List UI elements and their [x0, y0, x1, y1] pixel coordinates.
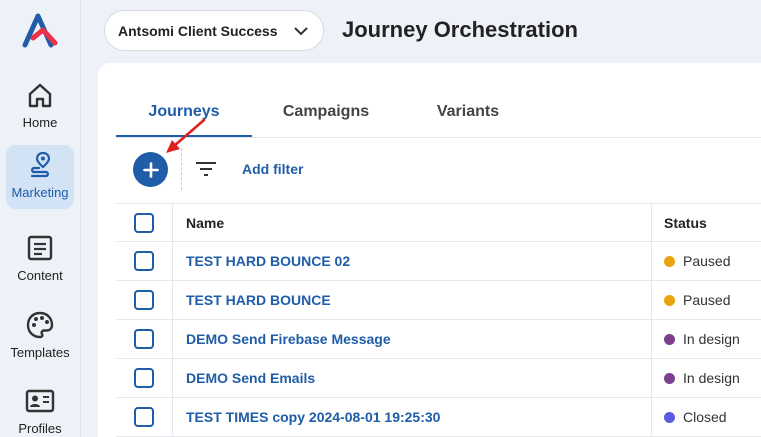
annotation-arrow-icon — [166, 118, 206, 153]
row-checkbox[interactable] — [134, 290, 154, 310]
sidebar-item-templates[interactable]: Templates — [6, 305, 74, 369]
table-row[interactable]: DEMO Send Emails In design — [116, 359, 761, 398]
table-body: TEST HARD BOUNCE 02 Paused TEST HARD BOUNC… — [116, 242, 761, 437]
row-check-cell — [116, 320, 173, 358]
column-header-status[interactable]: Status — [651, 204, 761, 241]
status-cell: Paused — [651, 242, 761, 280]
tab-label: Campaigns — [282, 103, 370, 120]
sidebar-item-marketing[interactable]: Marketing — [6, 145, 74, 209]
sidebar-item-label: Marketing — [11, 185, 69, 200]
status-cell: Paused — [651, 281, 761, 319]
account-name: Antsomi Client Success — [118, 22, 278, 39]
table-row[interactable]: DEMO Send Firebase Message In design — [116, 320, 761, 359]
status-label: Paused — [683, 292, 731, 308]
status-cell: Closed — [651, 398, 761, 436]
account-select[interactable]: Antsomi Client Success — [104, 10, 324, 51]
row-checkbox[interactable] — [134, 407, 154, 427]
journey-name-link[interactable]: TEST HARD BOUNCE 02 — [186, 242, 350, 280]
row-check-cell — [116, 242, 173, 280]
journey-name-link[interactable]: TEST HARD BOUNCE — [186, 281, 331, 319]
status-dot — [664, 411, 675, 423]
sidebar-item-label: Profiles — [18, 421, 62, 436]
status-label: In design — [683, 370, 740, 386]
sidebar-item-content[interactable]: Content — [6, 228, 74, 292]
column-header-label: Status — [664, 214, 707, 231]
chevron-down-icon — [294, 27, 308, 36]
select-all-checkbox[interactable] — [134, 212, 154, 233]
palette-icon — [24, 309, 56, 341]
status-cell: In design — [651, 320, 761, 358]
status-cell: In design — [651, 359, 761, 397]
plus-icon — [142, 161, 159, 178]
table-row[interactable]: TEST TIMES copy 2024-08-01 19:25:30 Close… — [116, 398, 761, 437]
divider — [116, 137, 761, 138]
sidebar-item-label: Templates — [10, 345, 70, 360]
sidebar-item-label: Home — [22, 115, 58, 130]
id-card-icon — [24, 385, 56, 417]
filter-icon[interactable] — [194, 160, 218, 178]
row-check-cell — [116, 359, 173, 397]
table-row[interactable]: TEST HARD BOUNCE 02 Paused — [116, 242, 761, 281]
page-title: Journey Orchestration — [342, 17, 578, 42]
status-dot — [664, 255, 675, 267]
status-dot — [664, 294, 675, 306]
sidebar-item-profiles[interactable]: Profiles — [6, 381, 74, 437]
column-header-name[interactable]: Name — [186, 204, 224, 241]
sidebar-item-label: Content — [17, 268, 63, 283]
row-check-cell — [116, 281, 173, 319]
tab-label: Variants — [436, 103, 500, 120]
select-all-cell — [116, 204, 173, 241]
marketing-route-icon — [24, 149, 56, 181]
table-header: Name Status — [116, 203, 761, 242]
status-label: In design — [683, 331, 740, 347]
table-row[interactable]: TEST HARD BOUNCE Paused — [116, 281, 761, 320]
antsomi-logo[interactable] — [21, 12, 59, 48]
row-checkbox[interactable] — [134, 368, 154, 388]
row-checkbox[interactable] — [134, 329, 154, 349]
tab-campaigns[interactable]: Campaigns — [258, 87, 394, 137]
status-dot — [664, 372, 675, 384]
row-check-cell — [116, 398, 173, 436]
sidebar: Home Marketing Content Templates Profile… — [0, 0, 81, 437]
journey-name-link[interactable]: TEST TIMES copy 2024-08-01 19:25:30 — [186, 398, 440, 436]
journeys-table: Name Status TEST HARD BOUNCE 02 Paused TES… — [116, 203, 761, 437]
journey-name-link[interactable]: DEMO Send Firebase Message — [186, 320, 391, 358]
add-filter-button[interactable]: Add filter — [242, 161, 303, 177]
home-icon — [24, 79, 56, 111]
row-checkbox[interactable] — [134, 251, 154, 271]
sidebar-item-home[interactable]: Home — [6, 75, 74, 139]
document-icon — [24, 232, 56, 264]
status-label: Closed — [683, 409, 727, 425]
journey-name-link[interactable]: DEMO Send Emails — [186, 359, 315, 397]
status-dot — [664, 333, 675, 345]
status-label: Paused — [683, 253, 731, 269]
tab-variants[interactable]: Variants — [400, 87, 536, 137]
